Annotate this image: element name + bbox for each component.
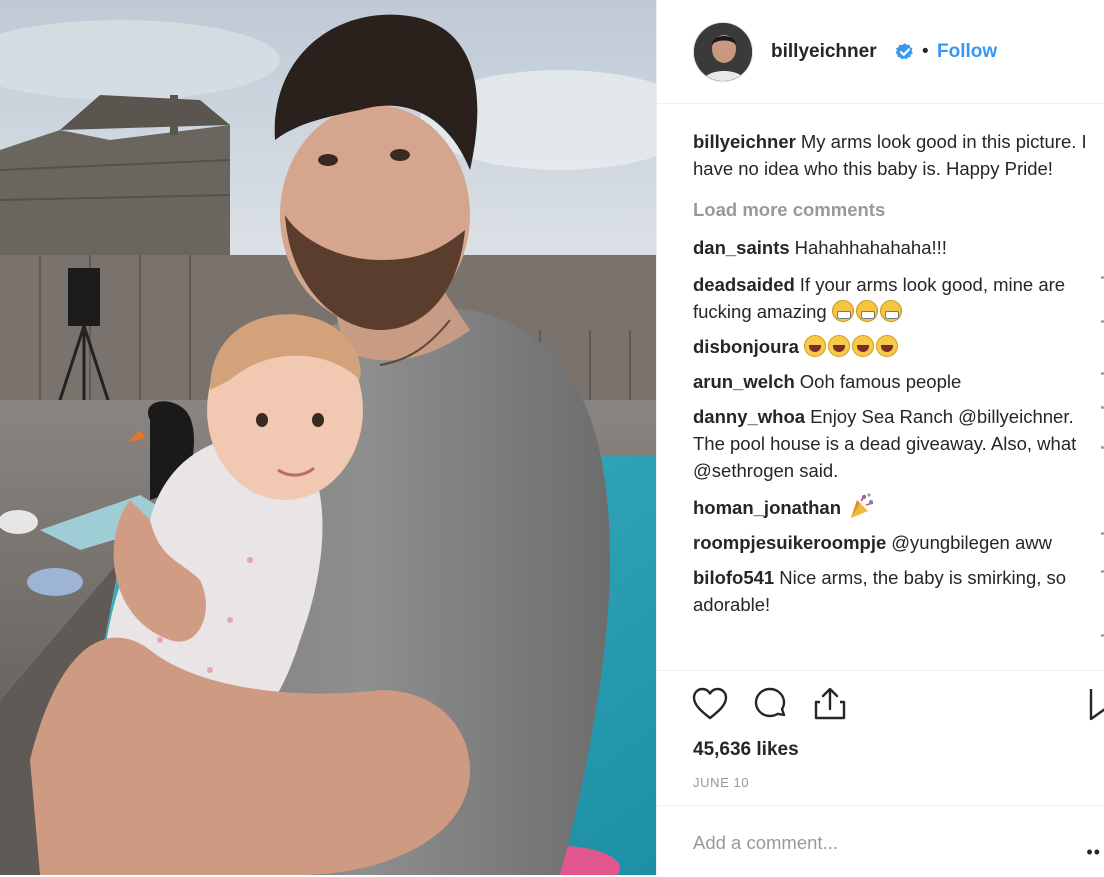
tears-of-joy-icon bbox=[851, 335, 874, 357]
comment-item: homan_jonathan bbox=[693, 492, 1093, 521]
comment-item: deadsaided If your arms look good, mine a… bbox=[693, 271, 1093, 325]
likes-count[interactable]: 45,636 likes bbox=[693, 737, 799, 763]
comment-username[interactable]: disbonjoura bbox=[693, 336, 799, 357]
add-comment-section: •• bbox=[657, 805, 1104, 877]
comment-username[interactable]: bilofo541 bbox=[693, 567, 774, 588]
post-sidebar: billyeichner • Follow billyeichner My arm… bbox=[656, 0, 1104, 875]
comment-username[interactable]: deadsaided bbox=[693, 274, 795, 295]
comment-text: @yungbilegen aww bbox=[891, 532, 1052, 553]
follow-button[interactable]: Follow bbox=[937, 40, 997, 64]
comment-item: disbonjoura bbox=[693, 333, 1093, 360]
post-photo[interactable] bbox=[0, 0, 656, 875]
comment-item: roompjesuikeroompje @yungbilegen aww bbox=[693, 529, 1093, 556]
tears-of-joy-icon bbox=[827, 335, 850, 357]
comment-item: arun_welch Ooh famous people bbox=[693, 368, 1093, 395]
party-popper-icon bbox=[851, 493, 874, 518]
comment-username[interactable]: danny_whoa bbox=[693, 406, 805, 427]
add-comment-input[interactable] bbox=[693, 828, 1053, 858]
header-username[interactable]: billyeichner bbox=[771, 40, 877, 64]
caption-username[interactable]: billyeichner bbox=[693, 131, 796, 152]
share-icon[interactable] bbox=[811, 685, 849, 723]
load-more-comments-button[interactable]: Load more comments bbox=[693, 196, 1093, 224]
comment-username[interactable]: arun_welch bbox=[693, 371, 795, 392]
heart-icon[interactable] bbox=[691, 685, 729, 723]
comment-username[interactable]: roompjesuikeroompje bbox=[693, 532, 886, 553]
comment-text: Hahahhahahaha!!! bbox=[794, 237, 947, 258]
grimacing-face-icon bbox=[855, 300, 878, 322]
grimacing-face-icon bbox=[879, 300, 902, 322]
comment-item: danny_whoa Enjoy Sea Ranch @billyeichner.… bbox=[693, 403, 1093, 484]
grimacing-face-icon bbox=[831, 300, 854, 322]
comment-icon[interactable] bbox=[751, 685, 789, 723]
comment-text: Ooh famous people bbox=[799, 371, 962, 392]
comments-list: billyeichner My arms look good in this pi… bbox=[693, 128, 1093, 618]
post-actions: 45,636 likes JUNE 10 •• bbox=[657, 670, 1104, 876]
post-date[interactable]: JUNE 10 bbox=[693, 775, 749, 791]
post-image bbox=[0, 0, 656, 875]
avatar[interactable] bbox=[693, 22, 753, 82]
comment-username[interactable]: homan_jonathan bbox=[693, 497, 841, 518]
bookmark-icon[interactable] bbox=[1089, 685, 1104, 723]
avatar-image bbox=[694, 23, 752, 81]
header-separator: • bbox=[922, 41, 929, 62]
more-options-icon[interactable]: •• bbox=[1086, 842, 1101, 863]
caption: billyeichner My arms look good in this pi… bbox=[693, 128, 1093, 182]
tears-of-joy-icon bbox=[875, 335, 898, 357]
tears-of-joy-icon bbox=[803, 335, 826, 357]
comment-item: dan_saints Hahahhahahaha!!! bbox=[693, 234, 1093, 261]
comment-username[interactable]: dan_saints bbox=[693, 237, 790, 258]
verified-badge-icon bbox=[895, 43, 913, 60]
post-header: billyeichner • Follow bbox=[657, 0, 1104, 104]
comment-item: bilofo541 Nice arms, the baby is smirking… bbox=[693, 564, 1093, 618]
